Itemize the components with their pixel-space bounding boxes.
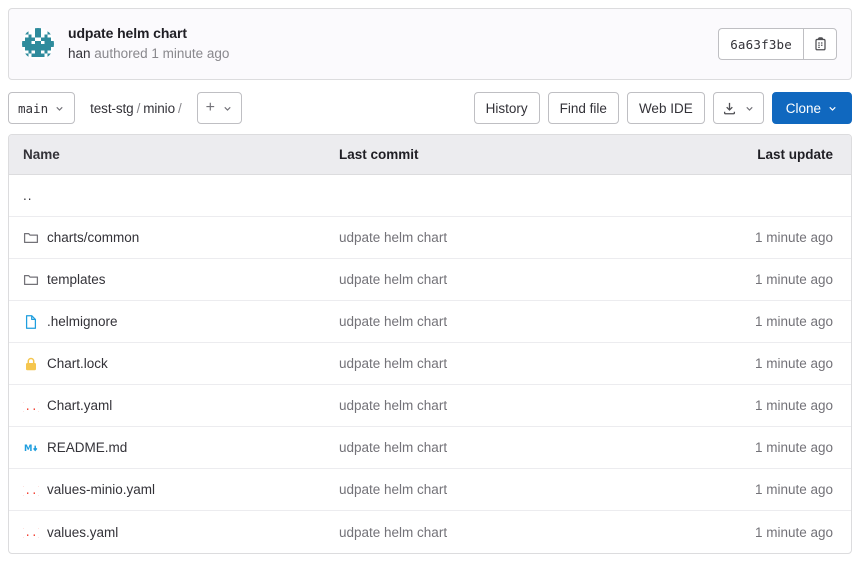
last-update-cell: 1 minute ago — [754, 440, 833, 455]
yaml-braces-icon: {..} — [23, 400, 39, 413]
file-name-cell[interactable]: Chart.lock — [9, 356, 339, 372]
markdown-icon: M — [24, 444, 38, 454]
clone-label: Clone — [785, 100, 821, 116]
table-row[interactable]: Chart.lock udpate helm chart 1 minute ago — [9, 343, 851, 385]
folder-icon — [23, 232, 39, 243]
file-name-label: values-minio.yaml — [47, 482, 156, 497]
clone-button[interactable]: Clone — [771, 92, 852, 124]
user-avatar-identicon[interactable] — [22, 28, 54, 60]
breadcrumb-sep-0: / — [136, 100, 141, 116]
table-row[interactable]: {..} values.yaml udpate helm chart 1 minute… — [9, 511, 851, 553]
file-name-label: charts/common — [47, 230, 140, 245]
web-ide-button[interactable]: Web IDE — [626, 92, 705, 124]
svg-text:{..}: {..} — [23, 526, 39, 539]
breadcrumb-sep-1: / — [178, 100, 182, 116]
chevron-down-icon — [746, 106, 753, 111]
last-update-cell: 1 minute ago — [754, 272, 833, 287]
yaml-braces-icon: {..} — [23, 526, 39, 539]
last-commit-cell[interactable]: udpate helm chart — [339, 398, 691, 413]
svg-text:{..}: {..} — [23, 400, 39, 413]
commit-message[interactable]: udpate helm chart — [68, 24, 718, 43]
file-name-cell[interactable]: {..} Chart.yaml — [9, 398, 339, 414]
table-row[interactable]: {..} values-minio.yaml udpate helm chart 1 … — [9, 469, 851, 511]
repository-toolbar: main test-stg / minio / + History Find file… — [8, 80, 852, 134]
last-update-cell: 1 minute ago — [754, 230, 833, 245]
last-update-cell: 1 minute ago — [754, 524, 833, 540]
column-header-name: Name — [23, 147, 60, 162]
file-name-cell[interactable]: M README.md — [9, 440, 339, 456]
breadcrumb-item-1[interactable]: minio — [143, 101, 175, 116]
file-name-label: templates — [47, 272, 106, 287]
branch-selector-button[interactable]: main — [8, 92, 76, 124]
breadcrumb-label-1: minio — [143, 100, 175, 116]
last-commit-cell[interactable]: udpate helm chart — [339, 272, 691, 287]
column-header-last-update: Last update — [757, 147, 833, 162]
last-update-cell: 1 minute ago — [754, 356, 833, 371]
file-name-label: Chart.lock — [47, 356, 108, 371]
find-file-button[interactable]: Find file — [547, 92, 619, 124]
commit-author-name[interactable]: han — [68, 46, 91, 61]
last-commit-cell[interactable]: udpate helm chart — [339, 314, 691, 329]
file-name-cell[interactable]: {..} values.yaml — [9, 524, 339, 540]
table-row[interactable]: templates udpate helm chart 1 minute ago — [9, 259, 851, 301]
parent-directory-row[interactable]: .. — [9, 175, 851, 217]
last-commit-cell[interactable]: udpate helm chart — [339, 230, 691, 245]
table-row[interactable]: M README.md udpate helm chart 1 minute ago — [9, 427, 851, 469]
file-name-label: values.yaml — [47, 524, 119, 540]
svg-text:M: M — [24, 444, 32, 454]
lock-icon — [26, 357, 36, 370]
download-icon — [723, 102, 735, 114]
commit-text-block: udpate helm chart han authored 1 minute … — [68, 24, 718, 63]
file-name-label: README.md — [47, 440, 128, 455]
file-name-label: Chart.yaml — [47, 398, 113, 413]
commit-authorship: han authored 1 minute ago — [68, 45, 718, 63]
identicon-pattern — [22, 28, 54, 60]
last-update-cell: 1 minute ago — [754, 398, 833, 413]
document-icon — [25, 314, 37, 329]
file-tree-table: Name Last commit Last update .. charts/c… — [8, 134, 852, 554]
last-commit-cell[interactable]: udpate helm chart — [339, 440, 691, 455]
path-breadcrumb: test-stg / minio / — [90, 101, 185, 116]
commit-sha-group: 6a63f3be — [718, 28, 837, 60]
file-rows-container: charts/common udpate helm chart 1 minute a… — [9, 217, 851, 553]
file-name-cell[interactable]: {..} values-minio.yaml — [9, 482, 339, 498]
toolbar-actions: History Find file Web IDE Clone — [473, 92, 852, 124]
file-name-label: .helmignore — [47, 314, 118, 329]
last-update-cell: 1 minute ago — [754, 482, 833, 497]
last-commit-cell[interactable]: udpate helm chart — [339, 525, 691, 540]
last-commit-cell[interactable]: udpate helm chart — [339, 356, 691, 371]
latest-commit-panel: udpate helm chart han authored 1 minute … — [8, 8, 852, 80]
download-source-button[interactable] — [712, 92, 764, 124]
clipboard-glyph — [814, 36, 826, 50]
file-name-cell[interactable]: charts/common — [9, 230, 339, 246]
add-to-tree-button[interactable]: + — [196, 92, 242, 124]
chevron-down-icon — [56, 106, 63, 111]
last-commit-cell[interactable]: udpate helm chart — [339, 482, 691, 497]
file-name-cell[interactable]: templates — [9, 272, 339, 288]
clipboard-copy-icon[interactable] — [803, 28, 837, 60]
table-row[interactable]: .helmignore udpate helm chart 1 minute ago — [9, 301, 851, 343]
commit-sha-value[interactable]: 6a63f3be — [718, 28, 803, 60]
chevron-down-icon — [829, 106, 836, 111]
table-row[interactable]: charts/common udpate helm chart 1 minute a… — [9, 217, 851, 259]
plus-icon: + — [205, 99, 215, 116]
folder-icon — [23, 274, 39, 285]
chevron-down-icon — [224, 106, 231, 111]
repository-file-browser: udpate helm chart han authored 1 minute … — [0, 0, 860, 587]
column-header-last-commit: Last commit — [339, 147, 419, 162]
yaml-braces-icon: {..} — [23, 484, 39, 497]
breadcrumb-item-0[interactable]: test-stg — [90, 100, 134, 116]
parent-directory-link[interactable]: .. — [9, 188, 33, 203]
table-header-row: Name Last commit Last update — [9, 135, 851, 175]
branch-name-label: main — [18, 100, 49, 116]
breadcrumb-label-0: test-stg — [90, 100, 134, 116]
history-button[interactable]: History — [473, 92, 540, 124]
last-update-cell: 1 minute ago — [754, 314, 833, 329]
file-name-cell[interactable]: .helmignore — [9, 314, 339, 330]
svg-text:{..}: {..} — [23, 484, 39, 497]
commit-authored-meta: authored 1 minute ago — [94, 46, 230, 62]
table-row[interactable]: {..} Chart.yaml udpate helm chart 1 minute … — [9, 385, 851, 427]
